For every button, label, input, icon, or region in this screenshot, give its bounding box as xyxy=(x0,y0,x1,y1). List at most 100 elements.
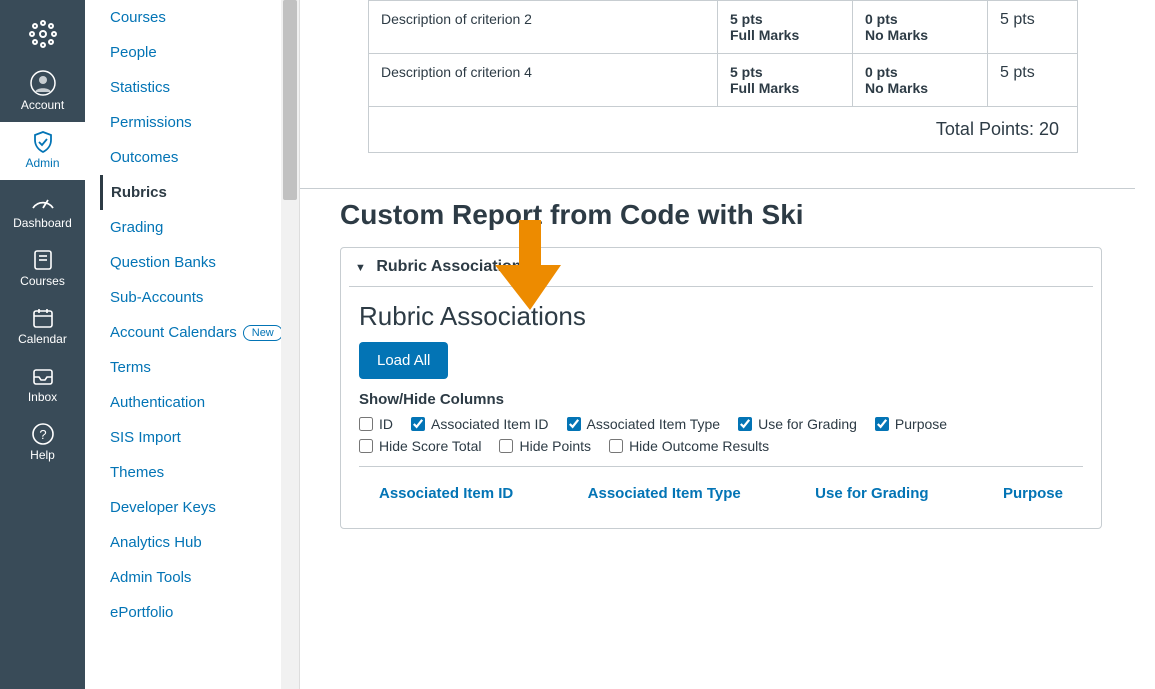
rubric-associations-panel: Rubric Associations Rubric Associations … xyxy=(340,247,1102,529)
column-header[interactable]: Purpose xyxy=(1003,485,1063,502)
sidebar-item-label: Themes xyxy=(110,464,164,481)
sidebar-item-label: Rubrics xyxy=(111,184,167,201)
column-toggle-id[interactable]: ID xyxy=(359,416,393,432)
column-checkbox[interactable] xyxy=(609,439,623,453)
rubric-total: Total Points: 20 xyxy=(368,107,1078,153)
rubric-row: Description of criterion 25 ptsFull Mark… xyxy=(369,1,1078,54)
rubric-associations-title: Rubric Associations xyxy=(359,301,1083,332)
sidebar-item-courses[interactable]: Courses xyxy=(110,0,299,35)
canvas-logo-icon xyxy=(27,18,59,50)
column-checkbox[interactable] xyxy=(875,417,889,431)
sidebar-item-label: Outcomes xyxy=(110,149,178,166)
calendar-icon xyxy=(31,306,55,330)
sidebar-item-rubrics[interactable]: Rubrics xyxy=(100,175,299,210)
rating-label: No Marks xyxy=(865,27,975,43)
sidebar-item-sub-accounts[interactable]: Sub-Accounts xyxy=(110,280,299,315)
column-checkbox[interactable] xyxy=(359,439,373,453)
book-icon xyxy=(31,248,55,272)
column-checkbox[interactable] xyxy=(567,417,581,431)
sidebar-item-eportfolio[interactable]: ePortfolio xyxy=(110,595,299,630)
sidebar-item-permissions[interactable]: Permissions xyxy=(110,105,299,140)
column-toggle-purpose[interactable]: Purpose xyxy=(875,416,947,432)
sidebar-item-label: ePortfolio xyxy=(110,604,173,621)
sidebar-item-outcomes[interactable]: Outcomes xyxy=(110,140,299,175)
sidebar-scrollbar[interactable] xyxy=(281,0,299,689)
nav-inbox[interactable]: Inbox xyxy=(0,356,85,414)
sidebar-item-people[interactable]: People xyxy=(110,35,299,70)
column-checkbox[interactable] xyxy=(738,417,752,431)
column-toggle-hide-points[interactable]: Hide Points xyxy=(499,438,591,454)
nav-admin[interactable]: Admin xyxy=(0,122,85,180)
nav-help[interactable]: ? Help xyxy=(0,414,85,472)
rating-label: No Marks xyxy=(865,80,975,96)
column-toggle-label: Hide Points xyxy=(519,438,591,454)
rating-points: 5 pts xyxy=(730,64,840,80)
help-icon: ? xyxy=(31,422,55,446)
rubric-table: Description of criterion 25 ptsFull Mark… xyxy=(368,0,1078,107)
sidebar-item-account-calendars[interactable]: Account CalendarsNew xyxy=(110,315,299,350)
sidebar-item-label: SIS Import xyxy=(110,429,181,446)
sidebar-item-label: Courses xyxy=(110,9,166,26)
nav-calendar-label: Calendar xyxy=(0,332,85,346)
summary-label: Rubric Associations xyxy=(376,258,530,275)
gauge-icon xyxy=(30,188,56,214)
sidebar-item-developer-keys[interactable]: Developer Keys xyxy=(110,490,299,525)
sidebar-item-analytics-hub[interactable]: Analytics Hub xyxy=(110,525,299,560)
nav-courses[interactable]: Courses xyxy=(0,240,85,298)
svg-text:?: ? xyxy=(39,427,46,442)
column-checkbox[interactable] xyxy=(359,417,373,431)
sidebar-item-sis-import[interactable]: SIS Import xyxy=(110,420,299,455)
column-toggle-label: ID xyxy=(379,416,393,432)
column-header[interactable]: Use for Grading xyxy=(815,485,928,502)
column-toggle-associated-item-type[interactable]: Associated Item Type xyxy=(567,416,721,432)
column-toggle-label: Hide Outcome Results xyxy=(629,438,769,454)
column-toggle-hide-outcome-results[interactable]: Hide Outcome Results xyxy=(609,438,769,454)
sidebar-item-grading[interactable]: Grading xyxy=(110,210,299,245)
inbox-icon xyxy=(31,364,55,388)
column-toggle-label: Associated Item ID xyxy=(431,416,549,432)
criterion-points: 5 pts xyxy=(988,1,1078,54)
column-toggle-hide-score-total[interactable]: Hide Score Total xyxy=(359,438,481,454)
rating-points: 0 pts xyxy=(865,64,975,80)
rubric-associations-summary[interactable]: Rubric Associations xyxy=(341,248,1101,286)
nav-account[interactable]: Account xyxy=(0,62,85,122)
sidebar-item-label: Admin Tools xyxy=(110,569,191,586)
sidebar-item-admin-tools[interactable]: Admin Tools xyxy=(110,560,299,595)
nav-logo[interactable] xyxy=(0,10,85,62)
column-toggle-label: Associated Item Type xyxy=(587,416,721,432)
nav-calendar[interactable]: Calendar xyxy=(0,298,85,356)
rating-label: Full Marks xyxy=(730,80,840,96)
nav-dashboard[interactable]: Dashboard xyxy=(0,180,85,240)
sidebar-item-authentication[interactable]: Authentication xyxy=(110,385,299,420)
rating-cell: 0 ptsNo Marks xyxy=(853,1,988,54)
column-toggle-associated-item-id[interactable]: Associated Item ID xyxy=(411,416,549,432)
new-badge: New xyxy=(243,325,283,341)
rubric-row: Description of criterion 45 ptsFull Mark… xyxy=(369,54,1078,107)
load-all-button[interactable]: Load All xyxy=(359,342,448,379)
column-checkbox[interactable] xyxy=(499,439,513,453)
user-icon xyxy=(30,70,56,96)
column-headers-row: Associated Item ID Associated Item Type Us… xyxy=(359,485,1083,512)
column-toggle-label: Purpose xyxy=(895,416,947,432)
main-content: Description of criterion 25 ptsFull Mark… xyxy=(300,0,1155,689)
column-toggle-label: Use for Grading xyxy=(758,416,857,432)
rating-cell: 5 ptsFull Marks xyxy=(718,54,853,107)
divider xyxy=(300,188,1135,189)
sidebar-item-question-banks[interactable]: Question Banks xyxy=(110,245,299,280)
rating-label: Full Marks xyxy=(730,27,840,43)
table-divider xyxy=(359,466,1083,467)
rating-points: 5 pts xyxy=(730,11,840,27)
column-toggle-use-for-grading[interactable]: Use for Grading xyxy=(738,416,857,432)
sidebar-item-label: Grading xyxy=(110,219,163,236)
rating-cell: 5 ptsFull Marks xyxy=(718,1,853,54)
column-header[interactable]: Associated Item Type xyxy=(588,485,741,502)
sidebar-item-label: Sub-Accounts xyxy=(110,289,203,306)
show-hide-columns-label: Show/Hide Columns xyxy=(359,391,1083,408)
sidebar-item-terms[interactable]: Terms xyxy=(110,350,299,385)
sidebar-item-themes[interactable]: Themes xyxy=(110,455,299,490)
sidebar-item-label: Question Banks xyxy=(110,254,216,271)
sidebar-item-statistics[interactable]: Statistics xyxy=(110,70,299,105)
column-header[interactable]: Associated Item ID xyxy=(379,485,513,502)
column-checkbox[interactable] xyxy=(411,417,425,431)
criterion-points: 5 pts xyxy=(988,54,1078,107)
